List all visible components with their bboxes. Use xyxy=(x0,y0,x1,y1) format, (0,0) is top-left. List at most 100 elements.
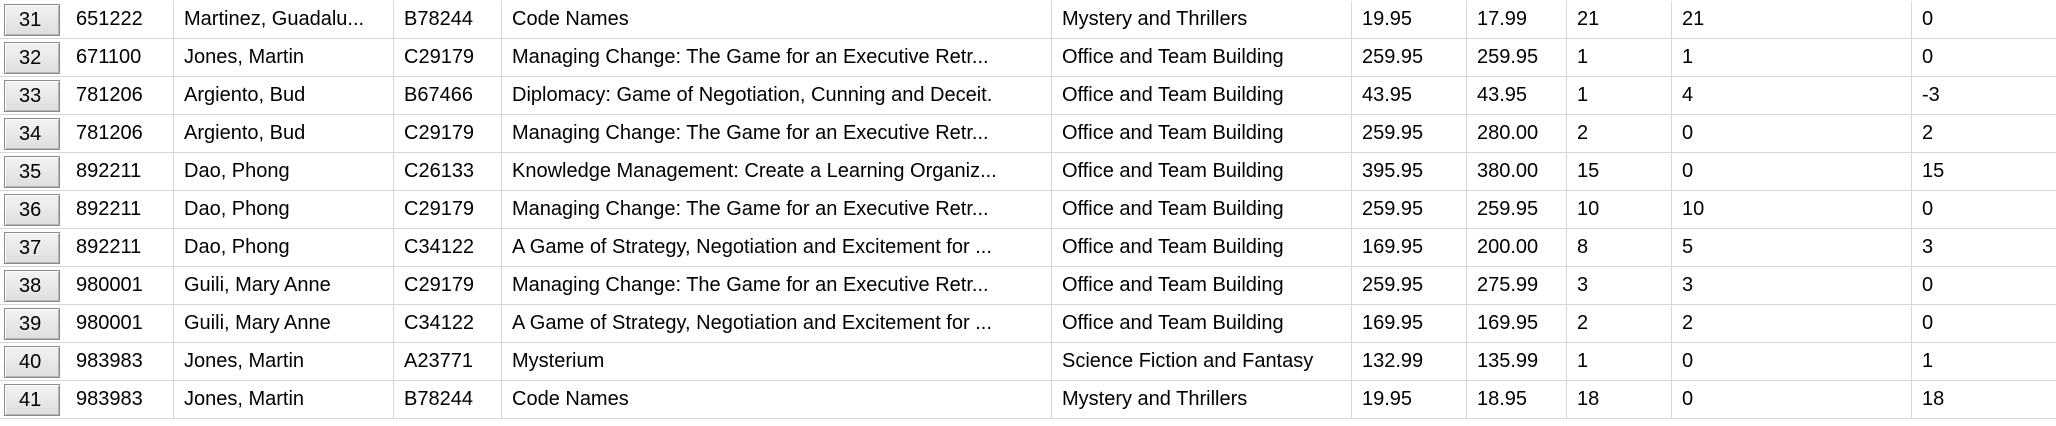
cell-id[interactable]: 980001 xyxy=(66,305,174,342)
row-header[interactable]: 38 xyxy=(4,270,60,302)
cell-code[interactable]: B67466 xyxy=(394,77,502,114)
cell-price-2[interactable]: 169.95 xyxy=(1467,305,1567,342)
row-header[interactable]: 39 xyxy=(4,308,60,340)
cell-category[interactable]: Office and Team Building xyxy=(1052,191,1352,228)
cell-id[interactable]: 651222 xyxy=(66,1,174,38)
cell-price-1[interactable]: 259.95 xyxy=(1352,115,1467,152)
cell-title[interactable]: Diplomacy: Game of Negotiation, Cunning … xyxy=(502,77,1052,114)
cell-difference[interactable]: 15 xyxy=(1912,153,2056,190)
cell-difference[interactable]: 2 xyxy=(1912,115,2056,152)
table-row[interactable]: 36 892211 Dao, Phong C29179 Managing Change:… xyxy=(0,191,2056,229)
cell-price-2[interactable]: 135.99 xyxy=(1467,343,1567,380)
cell-code[interactable]: C29179 xyxy=(394,191,502,228)
cell-qty-1[interactable]: 10 xyxy=(1567,191,1672,228)
row-header[interactable]: 36 xyxy=(4,194,60,226)
cell-title[interactable]: Mysterium xyxy=(502,343,1052,380)
table-row[interactable]: 32 671100 Jones, Martin C29179 Managing Chan… xyxy=(0,39,2056,77)
cell-price-2[interactable]: 280.00 xyxy=(1467,115,1567,152)
cell-category[interactable]: Office and Team Building xyxy=(1052,39,1352,76)
cell-qty-2[interactable]: 10 xyxy=(1672,191,1912,228)
table-row[interactable]: 38 980001 Guili, Mary Anne C29179 Managing C… xyxy=(0,267,2056,305)
cell-id[interactable]: 892211 xyxy=(66,229,174,266)
cell-price-2[interactable]: 43.95 xyxy=(1467,77,1567,114)
cell-title[interactable]: A Game of Strategy, Negotiation and Exci… xyxy=(502,229,1052,266)
cell-difference[interactable]: 3 xyxy=(1912,229,2056,266)
cell-price-2[interactable]: 275.99 xyxy=(1467,267,1567,304)
cell-qty-2[interactable]: 0 xyxy=(1672,115,1912,152)
cell-qty-2[interactable]: 1 xyxy=(1672,39,1912,76)
cell-category[interactable]: Science Fiction and Fantasy xyxy=(1052,343,1352,380)
cell-title[interactable]: Managing Change: The Game for an Executi… xyxy=(502,191,1052,228)
cell-qty-1[interactable]: 18 xyxy=(1567,381,1672,418)
cell-name[interactable]: Argiento, Bud xyxy=(174,77,394,114)
cell-title[interactable]: Code Names xyxy=(502,381,1052,418)
row-header[interactable]: 41 xyxy=(4,384,60,416)
table-row[interactable]: 40 983983 Jones, Martin A23771 Mysterium Scie… xyxy=(0,343,2056,381)
cell-id[interactable]: 983983 xyxy=(66,381,174,418)
row-header[interactable]: 33 xyxy=(4,80,60,112)
cell-qty-2[interactable]: 0 xyxy=(1672,381,1912,418)
table-row[interactable]: 39 980001 Guili, Mary Anne C34122 A Game of … xyxy=(0,305,2056,343)
cell-title[interactable]: Code Names xyxy=(502,1,1052,38)
table-row[interactable]: 31 651222 Martinez, Guadalu... B78244 Code N… xyxy=(0,1,2056,39)
cell-price-1[interactable]: 395.95 xyxy=(1352,153,1467,190)
cell-category[interactable]: Office and Team Building xyxy=(1052,267,1352,304)
cell-id[interactable]: 983983 xyxy=(66,343,174,380)
cell-price-1[interactable]: 43.95 xyxy=(1352,77,1467,114)
cell-qty-1[interactable]: 2 xyxy=(1567,305,1672,342)
cell-category[interactable]: Office and Team Building xyxy=(1052,153,1352,190)
cell-title[interactable]: Managing Change: The Game for an Executi… xyxy=(502,39,1052,76)
table-row[interactable]: 34 781206 Argiento, Bud C29179 Managing Chan… xyxy=(0,115,2056,153)
row-header[interactable]: 31 xyxy=(4,4,60,36)
cell-id[interactable]: 781206 xyxy=(66,77,174,114)
cell-code[interactable]: B78244 xyxy=(394,1,502,38)
cell-qty-2[interactable]: 2 xyxy=(1672,305,1912,342)
cell-code[interactable]: C34122 xyxy=(394,229,502,266)
cell-name[interactable]: Guili, Mary Anne xyxy=(174,267,394,304)
cell-price-2[interactable]: 259.95 xyxy=(1467,191,1567,228)
cell-difference[interactable]: 0 xyxy=(1912,267,2056,304)
row-header[interactable]: 40 xyxy=(4,346,60,378)
cell-qty-1[interactable]: 21 xyxy=(1567,1,1672,38)
cell-name[interactable]: Jones, Martin xyxy=(174,343,394,380)
cell-name[interactable]: Jones, Martin xyxy=(174,39,394,76)
cell-category[interactable]: Mystery and Thrillers xyxy=(1052,381,1352,418)
cell-name[interactable]: Jones, Martin xyxy=(174,381,394,418)
cell-difference[interactable]: 0 xyxy=(1912,305,2056,342)
cell-qty-2[interactable]: 21 xyxy=(1672,1,1912,38)
row-header[interactable]: 35 xyxy=(4,156,60,188)
cell-price-1[interactable]: 259.95 xyxy=(1352,39,1467,76)
cell-qty-1[interactable]: 1 xyxy=(1567,343,1672,380)
cell-code[interactable]: A23771 xyxy=(394,343,502,380)
cell-price-1[interactable]: 19.95 xyxy=(1352,381,1467,418)
cell-price-1[interactable]: 132.99 xyxy=(1352,343,1467,380)
row-header[interactable]: 32 xyxy=(4,42,60,74)
cell-name[interactable]: Dao, Phong xyxy=(174,153,394,190)
cell-title[interactable]: Knowledge Management: Create a Learning … xyxy=(502,153,1052,190)
cell-qty-2[interactable]: 4 xyxy=(1672,77,1912,114)
cell-difference[interactable]: 0 xyxy=(1912,39,2056,76)
table-row[interactable]: 33 781206 Argiento, Bud B67466 Diplomacy: Ga… xyxy=(0,77,2056,115)
cell-category[interactable]: Office and Team Building xyxy=(1052,77,1352,114)
cell-name[interactable]: Dao, Phong xyxy=(174,191,394,228)
cell-price-1[interactable]: 259.95 xyxy=(1352,267,1467,304)
cell-qty-2[interactable]: 5 xyxy=(1672,229,1912,266)
cell-price-2[interactable]: 18.95 xyxy=(1467,381,1567,418)
cell-qty-1[interactable]: 1 xyxy=(1567,39,1672,76)
row-header[interactable]: 37 xyxy=(4,232,60,264)
cell-difference[interactable]: 0 xyxy=(1912,1,2056,38)
cell-qty-1[interactable]: 2 xyxy=(1567,115,1672,152)
cell-code[interactable]: B78244 xyxy=(394,381,502,418)
cell-price-1[interactable]: 259.95 xyxy=(1352,191,1467,228)
cell-category[interactable]: Office and Team Building xyxy=(1052,305,1352,342)
cell-category[interactable]: Mystery and Thrillers xyxy=(1052,1,1352,38)
cell-qty-2[interactable]: 3 xyxy=(1672,267,1912,304)
cell-id[interactable]: 892211 xyxy=(66,153,174,190)
cell-difference[interactable]: 1 xyxy=(1912,343,2056,380)
cell-code[interactable]: C29179 xyxy=(394,39,502,76)
table-row[interactable]: 41 983983 Jones, Martin B78244 Code Names Mys… xyxy=(0,381,2056,419)
cell-category[interactable]: Office and Team Building xyxy=(1052,229,1352,266)
row-header[interactable]: 34 xyxy=(4,118,60,150)
cell-id[interactable]: 781206 xyxy=(66,115,174,152)
cell-price-1[interactable]: 169.95 xyxy=(1352,305,1467,342)
